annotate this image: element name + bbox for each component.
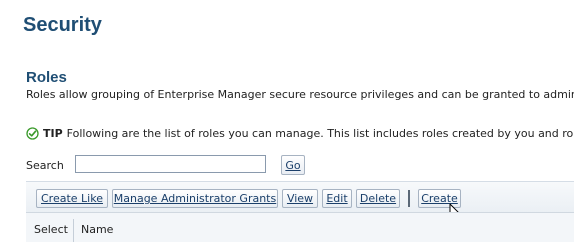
roles-table-header: Select Name: [26, 212, 574, 242]
column-header-select[interactable]: Select: [34, 223, 68, 236]
column-divider: [73, 219, 74, 242]
column-header-name[interactable]: Name: [81, 223, 113, 236]
search-input[interactable]: [75, 155, 266, 173]
security-page: Security Roles Roles allow grouping of E…: [0, 0, 574, 242]
toolbar-separator: [408, 190, 410, 207]
edit-button[interactable]: Edit: [322, 189, 352, 208]
view-button[interactable]: View: [282, 189, 318, 208]
checkmark-circle-icon: [26, 127, 39, 140]
edit-button-label: Edit: [326, 192, 348, 205]
page-title: Security: [23, 14, 102, 36]
delete-button[interactable]: Delete: [356, 189, 400, 208]
roles-heading: Roles: [26, 69, 67, 86]
delete-button-label: Delete: [359, 192, 397, 205]
create-like-button[interactable]: Create Like: [36, 189, 108, 208]
create-like-button-label: Create Like: [41, 192, 103, 205]
search-label: Search: [26, 159, 64, 172]
manage-grants-button-label: Manage Administrator Grants: [113, 192, 277, 205]
view-button-label: View: [286, 192, 314, 205]
go-button-label: Go: [285, 158, 301, 172]
manage-administrator-grants-button[interactable]: Manage Administrator Grants: [112, 189, 278, 208]
tip-text: Following are the list of roles you can …: [66, 127, 574, 140]
roles-toolbar: Create Like Manage Administrator Grants …: [26, 181, 574, 213]
tip-label: TIP: [43, 127, 63, 140]
tip-message: TIP Following are the list of roles you …: [26, 127, 574, 140]
go-button[interactable]: Go: [281, 155, 305, 175]
roles-description: Roles allow grouping of Enterprise Manag…: [26, 88, 574, 101]
